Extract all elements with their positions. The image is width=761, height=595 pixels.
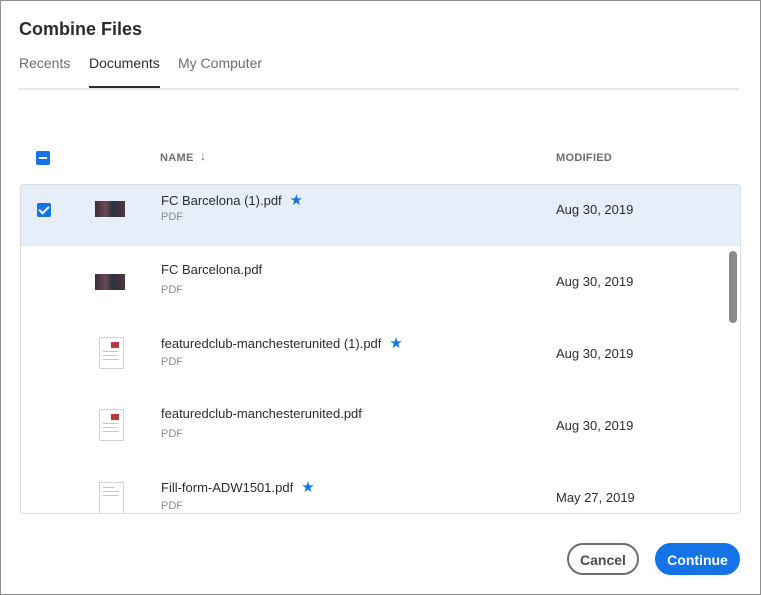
file-name: featuredclub-manchesterunited.pdf [161,406,362,421]
table-row[interactable]: Fill-form-ADW1501.pdf ★ PDF May 27, 2019 [21,462,740,513]
continue-button[interactable]: Continue [655,543,740,575]
tab-my-computer[interactable]: My Computer [178,55,262,86]
table-row[interactable]: FC Barcelona (1).pdf ★ PDF Aug 30, 2019 [21,185,740,246]
table-row[interactable]: featuredclub-manchesterunited (1).pdf ★ P… [21,318,740,391]
combine-files-dialog: Combine Files Recents Documents My Compu… [0,0,761,595]
select-all-checkbox[interactable] [36,151,50,165]
star-icon[interactable]: ★ [301,479,314,496]
file-modified-date: May 27, 2019 [556,490,635,505]
file-thumbnail [95,201,125,217]
file-name: Fill-form-ADW1501.pdf [161,480,294,495]
file-thumbnail [95,274,125,290]
file-modified-date: Aug 30, 2019 [556,202,634,217]
column-header-modified[interactable]: MODIFIED [556,152,612,164]
file-name: featuredclub-manchesterunited (1).pdf [161,336,382,351]
file-type: PDF [161,211,183,223]
file-type: PDF [161,356,183,368]
file-thumbnail [99,482,124,513]
file-list: FC Barcelona (1).pdf ★ PDF Aug 30, 2019 F… [20,184,741,514]
tab-documents[interactable]: Documents [89,55,160,88]
cancel-button[interactable]: Cancel [567,543,639,575]
tab-bar: Recents Documents My Computer [19,55,739,90]
file-type: PDF [161,284,183,296]
star-icon[interactable]: ★ [290,192,303,209]
star-icon[interactable]: ★ [389,335,402,352]
table-row[interactable]: featuredclub-manchesterunited.pdf PDF Au… [21,390,740,463]
file-modified-date: Aug 30, 2019 [556,346,634,361]
file-modified-date: Aug 30, 2019 [556,418,634,433]
table-row[interactable]: FC Barcelona.pdf PDF Aug 30, 2019 [21,246,740,319]
file-thumbnail [99,409,124,441]
file-thumbnail [99,337,124,369]
row-checkbox[interactable] [37,203,51,217]
file-type: PDF [161,500,183,512]
tab-recents[interactable]: Recents [19,55,70,86]
table-header: NAME ↓ MODIFIED [20,141,740,175]
file-name: FC Barcelona (1).pdf [161,193,282,208]
sort-descending-icon[interactable]: ↓ [200,149,206,163]
list-scrollbar[interactable] [729,251,737,323]
dialog-title: Combine Files [19,19,143,39]
file-name: FC Barcelona.pdf [161,262,263,277]
file-type: PDF [161,428,183,440]
column-header-name[interactable]: NAME [160,152,194,164]
file-modified-date: Aug 30, 2019 [556,274,634,289]
